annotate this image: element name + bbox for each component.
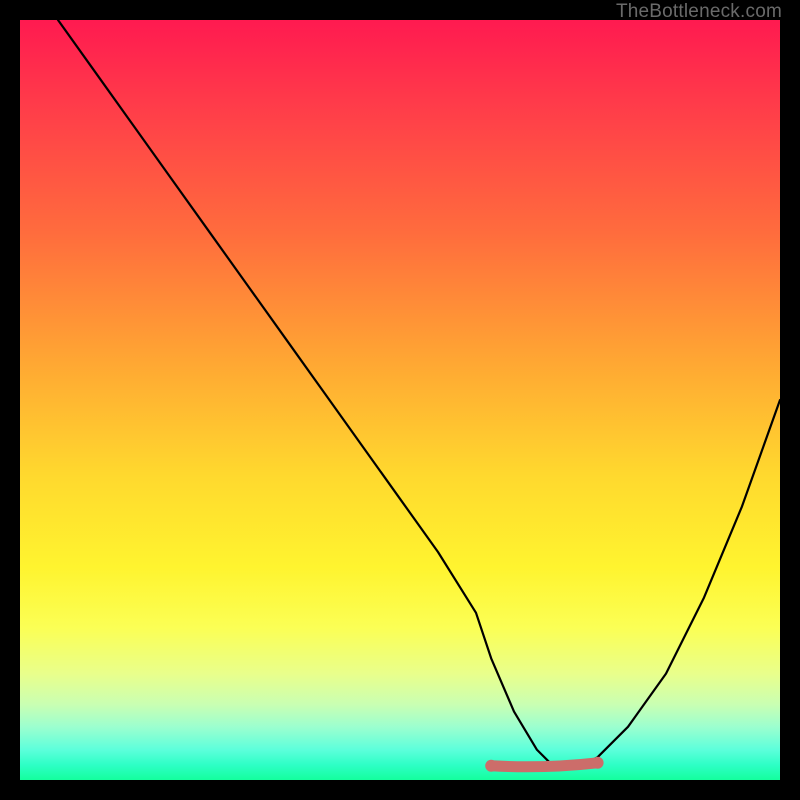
bottleneck-curve [58,20,780,765]
optimal-region-marker [491,763,597,767]
optimal-region-right-dot [592,757,604,769]
chart-canvas: TheBottleneck.com [0,0,800,800]
curve-overlay [20,20,780,780]
optimal-region-left-dot [485,760,497,772]
plot-area [20,20,780,780]
